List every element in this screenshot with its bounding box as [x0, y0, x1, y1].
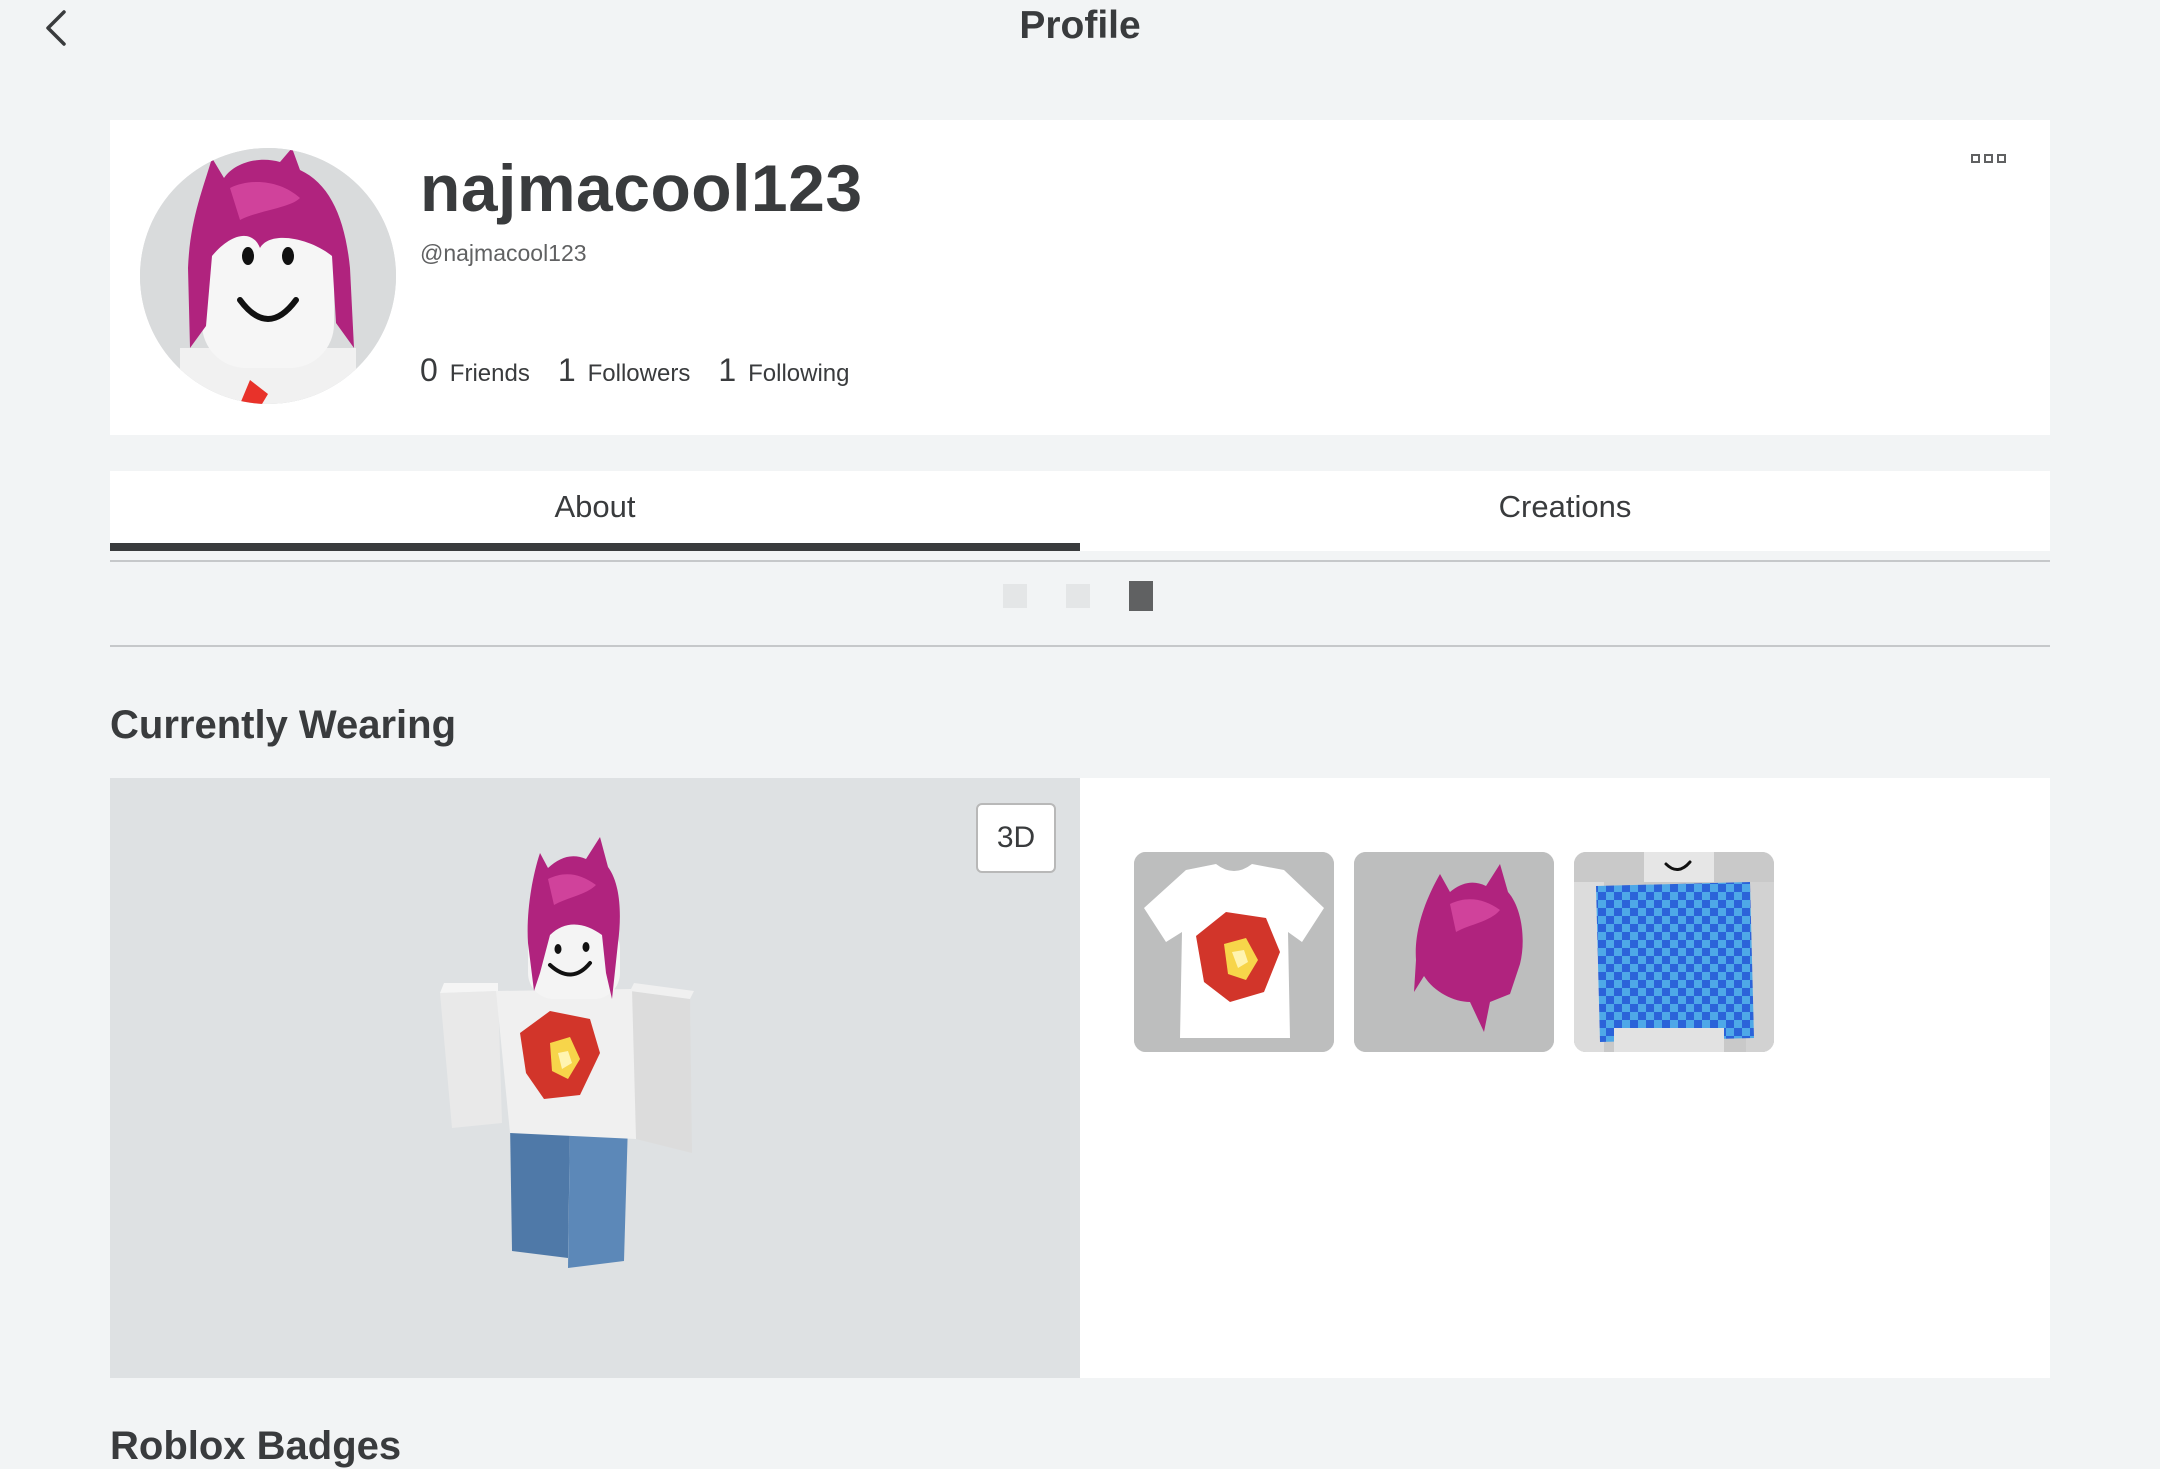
avatar-3d-viewer[interactable]: 3D [110, 778, 1080, 1378]
more-options-dot [1997, 154, 2006, 163]
avatar-figure [440, 823, 760, 1328]
avatar-figure-icon [440, 837, 694, 1268]
pager-dot-active[interactable] [1129, 581, 1153, 611]
followers-label: Followers [587, 360, 691, 387]
followers-count: 1 [557, 352, 576, 388]
following-count: 1 [718, 352, 737, 388]
tab-about[interactable]: About [110, 471, 1080, 551]
friends-stat[interactable]: 0 Friends [420, 352, 530, 389]
pager-dot[interactable] [1003, 584, 1027, 608]
friends-count: 0 [420, 352, 438, 388]
blue-checkered-shirt-icon [1574, 852, 1774, 1052]
username: @najmacool123 [420, 240, 587, 266]
currently-wearing-section: 3D [110, 778, 2050, 1378]
profile-stats: 0 Friends 1 Followers 1 Following [420, 352, 850, 389]
followers-stat[interactable]: 1 Followers [558, 352, 691, 389]
more-options-icon [1971, 154, 1980, 163]
profile-tabs: About Creations [110, 471, 2050, 551]
avatar-headshot-icon [140, 148, 396, 404]
divider [110, 645, 2050, 647]
wearing-item-tshirt[interactable] [1134, 852, 1334, 1052]
top-bar: Profile [0, 0, 2160, 60]
profile-header-card: najmacool123 @najmacool123 0 Friends 1 F… [110, 120, 2050, 435]
more-options-dot [1984, 154, 1993, 163]
pink-hair-icon [1354, 852, 1554, 1052]
following-label: Following [748, 360, 850, 387]
divider [110, 560, 2050, 562]
avatar[interactable] [140, 148, 396, 404]
3d-toggle-button[interactable]: 3D [976, 803, 1056, 873]
carousel-pager [1003, 581, 1153, 611]
wearing-items-panel [1080, 778, 2050, 1378]
roblox-badges-title: Roblox Badges [110, 1424, 402, 1468]
display-name: najmacool123 [420, 151, 863, 225]
wearing-items-list [1134, 852, 1774, 1052]
wearing-item-checkered-shirt[interactable] [1574, 852, 1774, 1052]
page-title: Profile [1019, 4, 1141, 47]
friends-label: Friends [449, 360, 530, 387]
following-stat[interactable]: 1 Following [718, 352, 849, 389]
pager-dot[interactable] [1066, 584, 1090, 608]
t-shirt-icon [1134, 852, 1334, 1052]
wearing-item-hair[interactable] [1354, 852, 1554, 1052]
more-options-button[interactable] [1967, 150, 2010, 167]
currently-wearing-title: Currently Wearing [110, 703, 456, 747]
tab-creations[interactable]: Creations [1080, 471, 2050, 551]
